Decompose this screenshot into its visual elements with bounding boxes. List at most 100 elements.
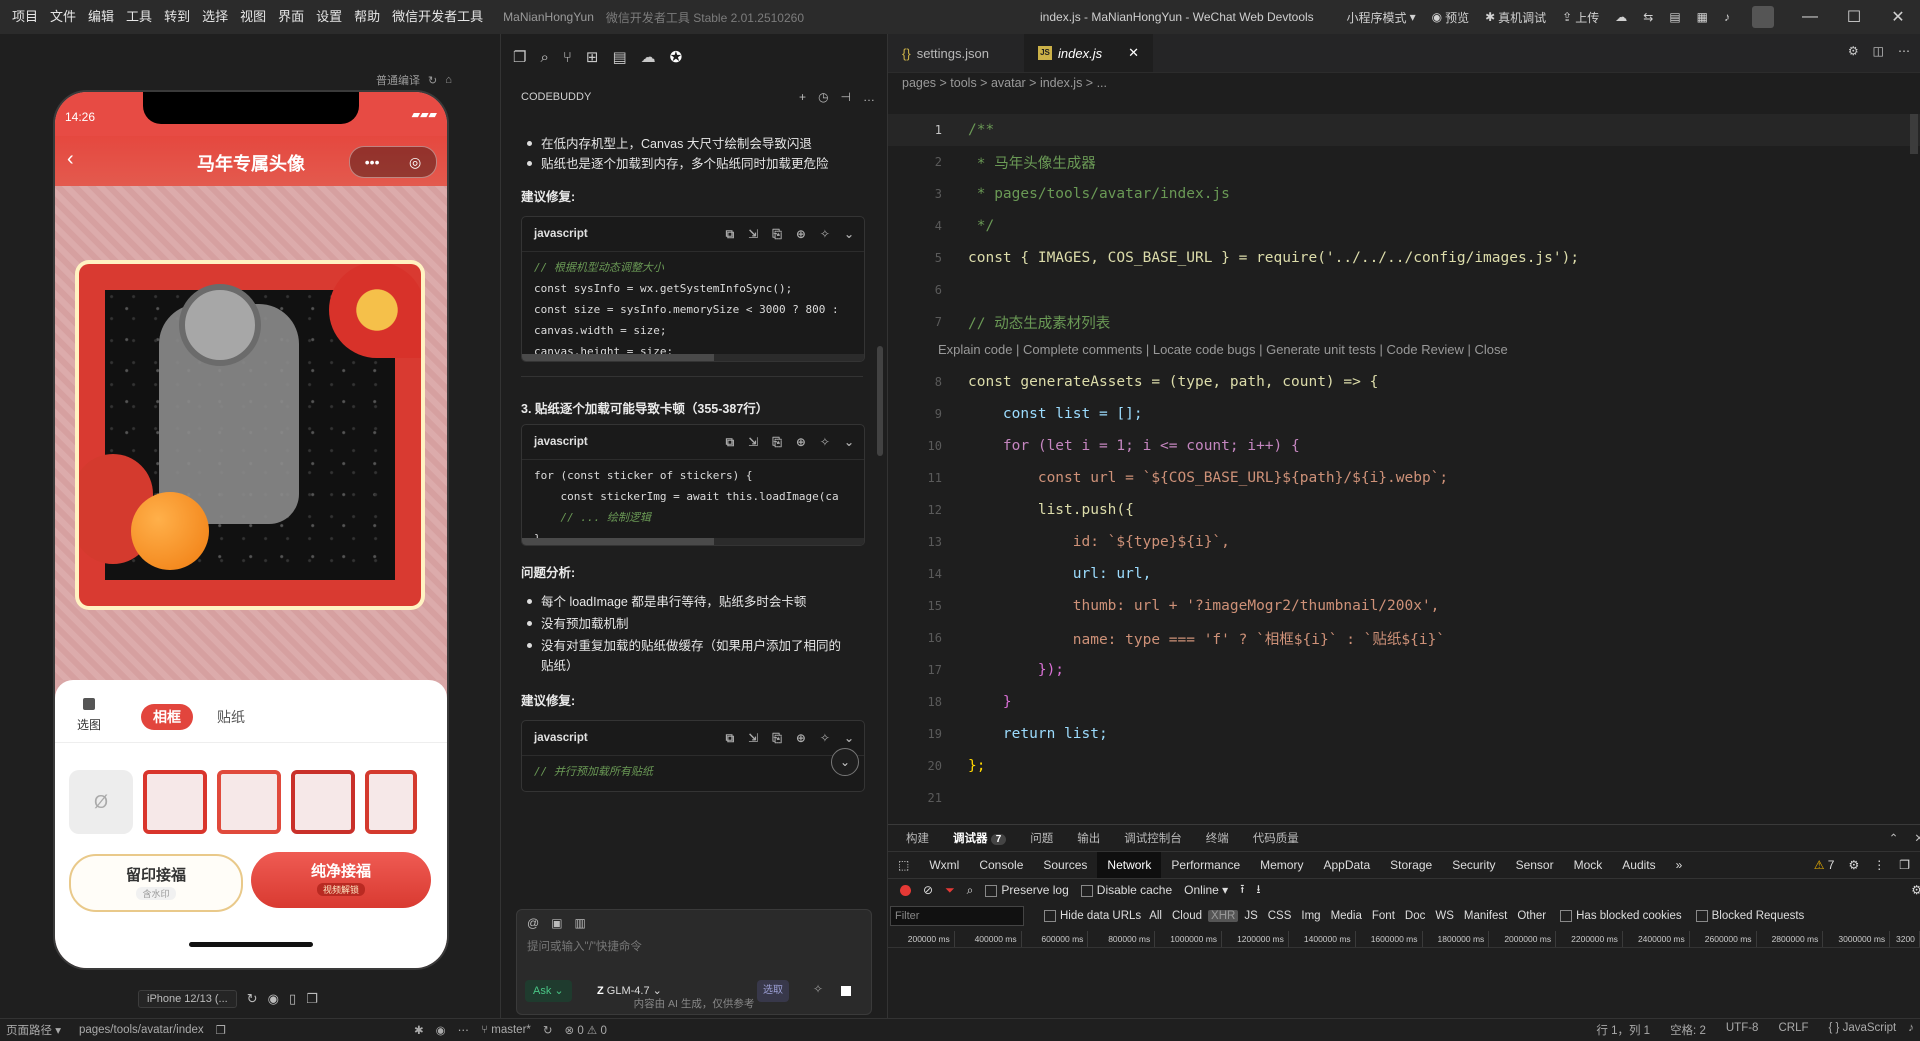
cloud-icon[interactable]: ☁: [1615, 10, 1627, 24]
encoding[interactable]: UTF-8: [1720, 1022, 1765, 1038]
type-img[interactable]: Img: [1301, 910, 1320, 922]
type-doc[interactable]: Doc: [1405, 910, 1425, 922]
device-select[interactable]: iPhone 12/13 (...: [138, 990, 237, 1008]
codebuddy-icon[interactable]: ✪: [670, 48, 683, 66]
breadcrumb[interactable]: pages > tools > avatar > index.js > ...: [902, 76, 1107, 90]
plus-icon[interactable]: +: [799, 90, 806, 104]
frame-thumb[interactable]: [365, 770, 417, 834]
code-scrollbar[interactable]: [522, 354, 864, 361]
close-icon[interactable]: ✕: [1876, 7, 1920, 27]
inspect-icon[interactable]: ⬚: [888, 852, 919, 878]
export-icon[interactable]: ⭳: [1256, 880, 1260, 901]
menu-settings[interactable]: 设置: [310, 0, 348, 34]
tab-wxml[interactable]: Wxml: [919, 852, 969, 878]
menu-wechat-devtools[interactable]: 微信开发者工具: [386, 0, 489, 34]
chat-input-placeholder[interactable]: 提问或输入"/"快捷命令: [527, 938, 642, 954]
tab-appdata[interactable]: AppData: [1313, 852, 1380, 878]
chevron-down-icon[interactable]: ⌄: [844, 227, 854, 242]
search-icon[interactable]: ⌕: [967, 883, 974, 898]
exit-icon[interactable]: ◎: [409, 154, 421, 171]
cursor-position[interactable]: 行 1，列 1: [1590, 1022, 1656, 1038]
layout-icon[interactable]: ▤: [1669, 10, 1680, 24]
filter-input[interactable]: Filter: [890, 906, 1024, 926]
git-branch[interactable]: ⑂ master*: [475, 1024, 537, 1036]
throttle-select[interactable]: Online ▾: [1184, 883, 1228, 897]
code-scrollbar[interactable]: [522, 538, 864, 545]
menu-file[interactable]: 文件: [44, 0, 82, 34]
record-icon[interactable]: [900, 884, 911, 896]
keep-watermark-button[interactable]: 留印接福 含水印: [69, 854, 243, 912]
apply-icon[interactable]: ⎘: [772, 227, 782, 242]
apply-icon[interactable]: ⎘: [772, 435, 782, 450]
menu-view[interactable]: 视图: [234, 0, 272, 34]
tab-mock[interactable]: Mock: [1564, 852, 1613, 878]
database-icon[interactable]: ▤: [612, 48, 626, 66]
warning-count[interactable]: ⚠ 7: [1814, 858, 1835, 872]
preserve-log-checkbox[interactable]: Preserve log: [985, 883, 1069, 897]
new-file-icon[interactable]: ⊕: [796, 435, 806, 450]
dock-icon[interactable]: ❐: [1899, 858, 1910, 872]
import-icon[interactable]: ⭱: [1240, 880, 1244, 901]
clear-icon[interactable]: ⊘: [923, 883, 933, 897]
menu-tools[interactable]: 工具: [120, 0, 158, 34]
frame-thumb[interactable]: [291, 770, 355, 834]
tab-output[interactable]: 输出: [1077, 830, 1100, 846]
type-js[interactable]: JS: [1244, 910, 1257, 922]
pin-icon[interactable]: ⊣: [841, 90, 851, 104]
type-css[interactable]: CSS: [1268, 910, 1292, 922]
notification-icon[interactable]: ♪: [1902, 1022, 1920, 1038]
tab-index-js[interactable]: JS index.js ✕: [1024, 34, 1153, 72]
search-icon[interactable]: ⌕: [540, 49, 548, 66]
split-icon[interactable]: ▦: [1697, 10, 1708, 24]
tab-frame[interactable]: 相框: [141, 704, 193, 730]
editor-scrollbar[interactable]: [1910, 114, 1918, 154]
phone-icon[interactable]: ▯: [289, 991, 296, 1007]
menu-project[interactable]: 项目: [6, 0, 44, 34]
disable-cache-checkbox[interactable]: Disable cache: [1080, 883, 1172, 897]
tab-debugger[interactable]: 调试器 7: [953, 830, 1007, 846]
blocked-cookies-checkbox[interactable]: Has blocked cookies: [1560, 909, 1682, 922]
line-ending[interactable]: CRLF: [1772, 1022, 1814, 1038]
kebab-icon[interactable]: ⋮: [1873, 858, 1885, 872]
cloud-icon[interactable]: ☁: [641, 48, 656, 66]
codelens-actions[interactable]: Explain code | Complete comments | Locat…: [938, 342, 1508, 357]
sparkle-icon[interactable]: ✧: [820, 435, 830, 450]
hide-data-urls-checkbox[interactable]: Hide data URLs: [1044, 909, 1141, 922]
mode-select[interactable]: 小程序模式 ▾: [1347, 9, 1416, 26]
menu-goto[interactable]: 转到: [158, 0, 196, 34]
sparkle-icon[interactable]: ✧: [820, 731, 830, 746]
preview-button[interactable]: ◉ 预览: [1432, 9, 1470, 26]
menu-edit[interactable]: 编辑: [82, 0, 120, 34]
problems-count[interactable]: ⊗ 0 ⚠ 0: [559, 1023, 613, 1037]
tab-storage[interactable]: Storage: [1380, 852, 1442, 878]
tab-security[interactable]: Security: [1442, 852, 1505, 878]
more-tabs-icon[interactable]: »: [1666, 852, 1693, 878]
windows-icon[interactable]: ❐: [306, 991, 318, 1007]
compile-mode-select[interactable]: 普通编译: [376, 72, 420, 88]
git-icon[interactable]: ⑂: [563, 49, 572, 66]
blocked-requests-checkbox[interactable]: Blocked Requests: [1695, 909, 1804, 922]
new-file-icon[interactable]: ⊕: [796, 731, 806, 746]
tab-memory[interactable]: Memory: [1250, 852, 1313, 878]
tab-upload[interactable]: 选图: [67, 698, 111, 733]
chevron-up-icon[interactable]: ⌃: [1889, 831, 1899, 845]
split-editor-icon[interactable]: ◫: [1873, 44, 1884, 58]
copy-icon[interactable]: ⧉: [726, 435, 735, 450]
avatar[interactable]: [1752, 6, 1774, 28]
new-file-icon[interactable]: ⊕: [796, 227, 806, 242]
clean-button[interactable]: 纯净接福 视频解锁: [251, 852, 431, 908]
gear-icon[interactable]: ⚙: [1848, 44, 1859, 58]
record-icon[interactable]: ◉: [268, 991, 279, 1007]
menu-select[interactable]: 选择: [196, 0, 234, 34]
type-cloud[interactable]: Cloud: [1172, 910, 1202, 922]
copy-icon[interactable]: ⧉: [726, 731, 735, 746]
settings-icon[interactable]: ⚙: [1911, 883, 1920, 897]
tab-code-quality[interactable]: 代码质量: [1253, 830, 1299, 846]
tab-sticker[interactable]: 贴纸: [217, 704, 245, 730]
apply-icon[interactable]: ⎘: [772, 731, 782, 746]
capsule-menu[interactable]: ••• ◎: [349, 146, 437, 178]
more-icon[interactable]: …: [863, 90, 875, 104]
files-icon[interactable]: ❐: [513, 48, 526, 66]
close-icon[interactable]: ✕: [1914, 831, 1920, 845]
tab-console[interactable]: Console: [969, 852, 1033, 878]
